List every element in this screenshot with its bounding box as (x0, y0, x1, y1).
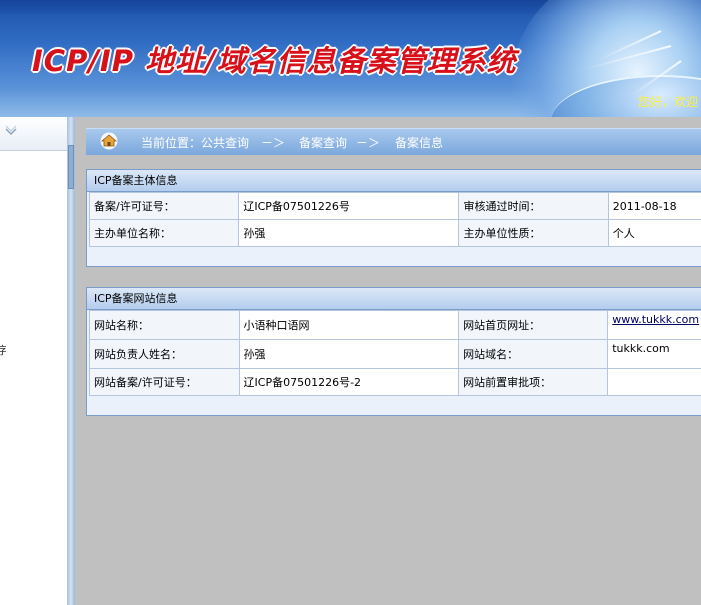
breadcrumb-separator: －＞ (356, 136, 381, 150)
field-value: 小语种口语网 (238, 310, 460, 340)
field-label: 网站首页网址： (458, 310, 609, 340)
field-label: 网站前置审批项： (458, 368, 609, 396)
panel-title: ICP备案网站信息 (87, 288, 701, 310)
field-value: 辽ICP备07501226号-2 (238, 368, 460, 396)
chevron-down-icon[interactable] (4, 125, 18, 139)
table-row: 主办单位名称： 孙强 主办单位性质： 个人 (88, 219, 701, 247)
home-icon[interactable] (99, 132, 119, 150)
field-label: 主办单位名称： (88, 219, 240, 247)
splitter-handle[interactable] (68, 145, 74, 189)
field-value: 个人 (607, 219, 701, 247)
breadcrumb-item-info: 备案信息 (395, 136, 444, 150)
panel-footer (87, 247, 701, 266)
field-value: 孙强 (238, 219, 460, 247)
panel-title: ICP备案主体信息 (87, 170, 701, 192)
left-panel-header (0, 117, 67, 151)
field-value (607, 368, 701, 396)
field-value: 孙强 (238, 339, 460, 369)
breadcrumb-current-location[interactable]: 当前位置：公共查询 (141, 134, 249, 151)
entity-info-table: 备案/许可证号： 辽ICP备07501226号 审核通过时间： 2011-08-… (88, 192, 701, 247)
icp-entity-panel: ICP备案主体信息 备案/许可证号： 辽ICP备07501226号 审核通过时间… (86, 169, 701, 267)
header-banner: ICP/IP 地址/域名信息备案管理系统 您好，欢迎 (0, 0, 701, 117)
field-label: 备案/许可证号： (88, 192, 240, 220)
site-info-table: 网站名称： 小语种口语网 网站首页网址： www.tukkk.com 网站负责人… (89, 310, 701, 396)
field-value: tukkk.com (607, 339, 701, 369)
icp-site-panel: ICP备案网站信息 网站名称： 小语种口语网 网站首页网址： www.tukkk… (86, 287, 701, 416)
field-label: 网站域名： (458, 339, 609, 369)
greeting-text: 您好，欢迎 (638, 95, 699, 109)
field-label: 网站负责人姓名： (89, 339, 240, 369)
field-label: 主办单位性质： (458, 219, 609, 247)
table-row: 网站备案/许可证号： 辽ICP备07501226号-2 网站前置审批项： (89, 368, 701, 396)
table-row: 网站名称： 小语种口语网 网站首页网址： www.tukkk.com (89, 310, 701, 340)
table-row: 备案/许可证号： 辽ICP备07501226号 审核通过时间： 2011-08-… (88, 192, 701, 220)
left-nav-panel: 字 (0, 117, 67, 605)
field-label: 网站名称： (89, 310, 240, 340)
left-panel-fragment-label: 字 (0, 344, 6, 356)
field-value: www.tukkk.com (607, 310, 701, 340)
panel-splitter[interactable] (67, 117, 75, 605)
field-value: 辽ICP备07501226号 (238, 192, 460, 220)
field-label: 审核通过时间： (458, 192, 609, 220)
breadcrumb-separator: －＞ (261, 136, 286, 150)
table-row: 网站负责人姓名： 孙强 网站域名： tukkk.com (89, 339, 701, 369)
breadcrumb: 当前位置：公共查询 －＞ 备案查询 －＞ 备案信息 (86, 128, 701, 155)
breadcrumb-item-query[interactable]: 备案查询 (299, 134, 347, 151)
panel-footer (87, 396, 701, 415)
field-label: 网站备案/许可证号： (89, 368, 240, 396)
system-title: ICP/IP 地址/域名信息备案管理系统 (32, 44, 517, 78)
left-panel-text-fragment: 字 (0, 342, 6, 356)
homepage-url-link[interactable]: www.tukkk.com (612, 313, 699, 326)
field-value: 2011-08-18 (607, 192, 701, 220)
